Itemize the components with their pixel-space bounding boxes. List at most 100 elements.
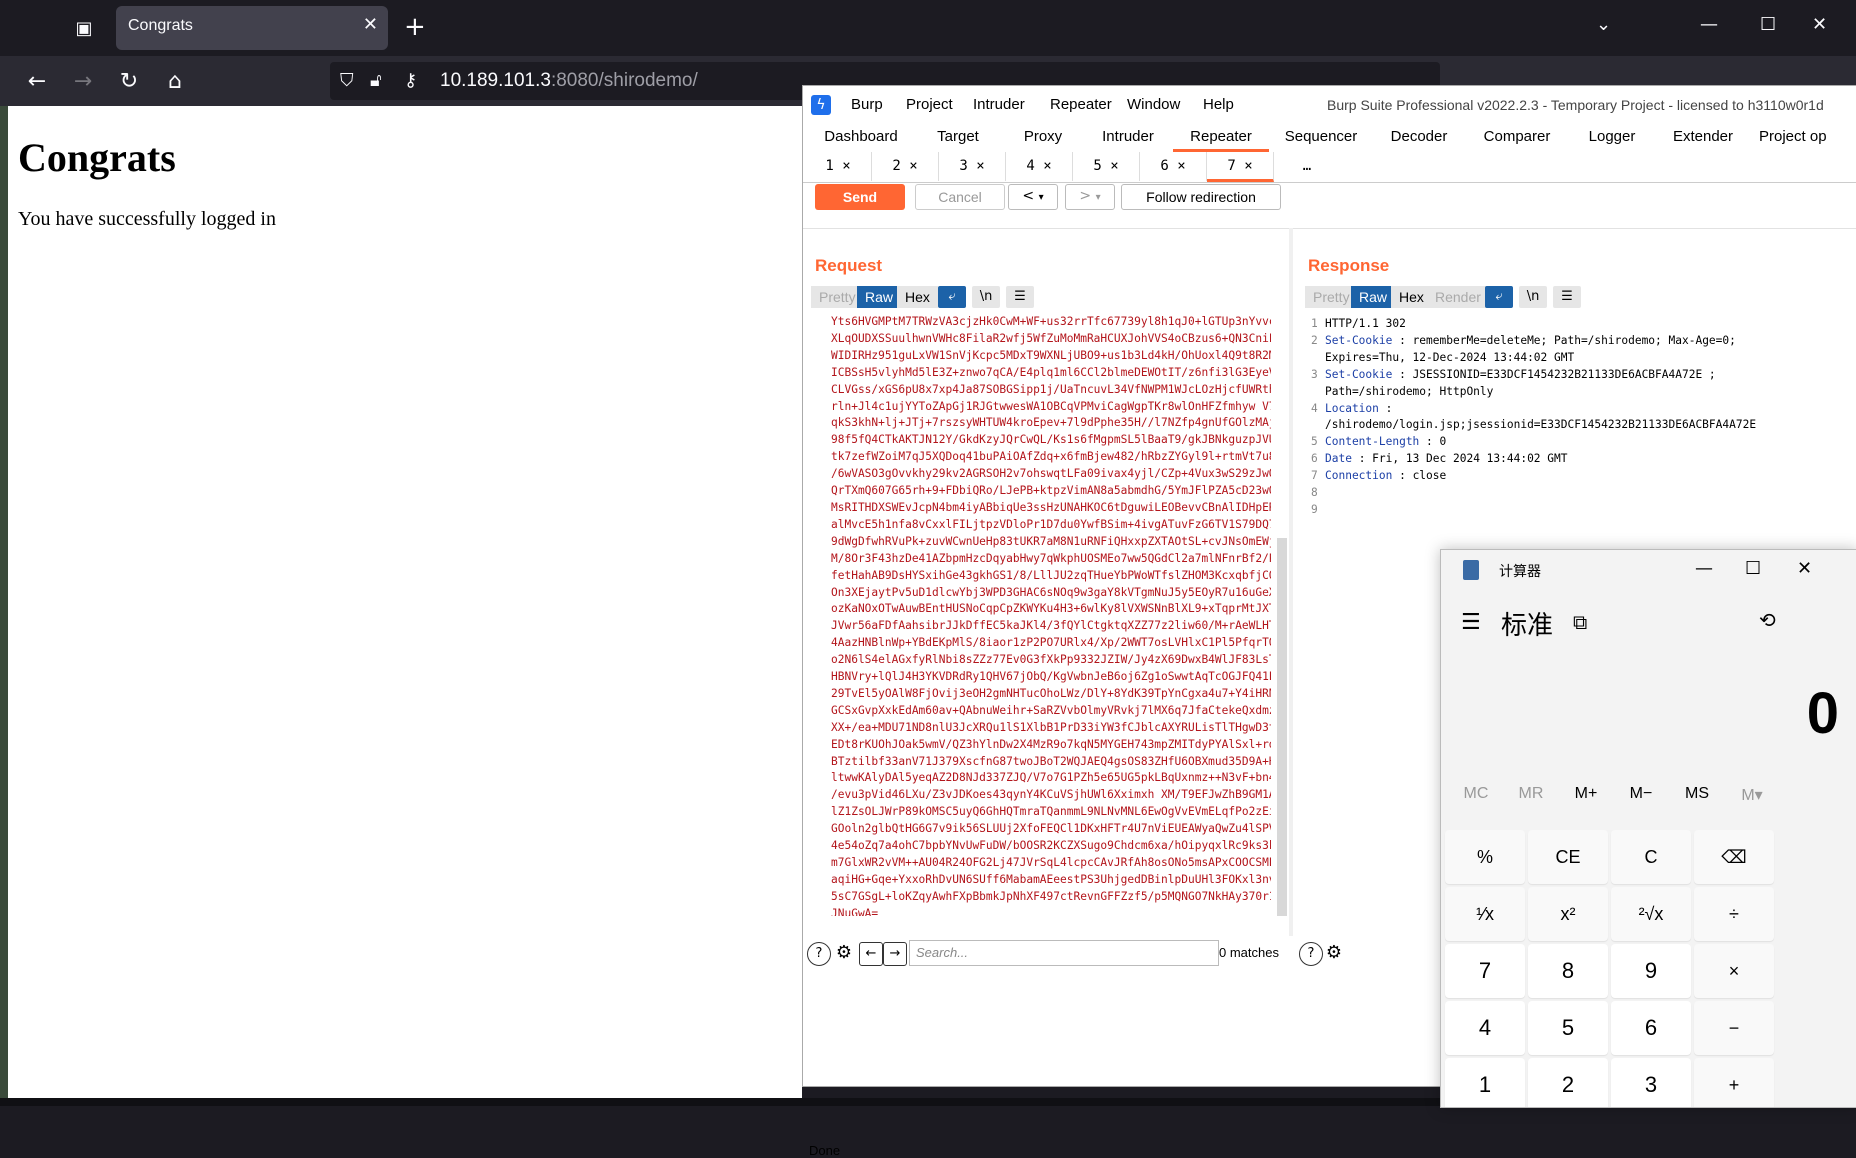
- history-back-button[interactable]: < ▾: [1008, 184, 1058, 210]
- insecure-lock-icon[interactable]: 🔓︎: [370, 70, 382, 91]
- repeater-tab-2[interactable]: 2 ×: [872, 152, 939, 181]
- response-raw-button[interactable]: Raw: [1351, 286, 1396, 308]
- response-render-button[interactable]: Render: [1427, 286, 1489, 308]
- help-icon[interactable]: ?: [807, 942, 831, 966]
- clear-entry-button[interactable]: CE: [1528, 830, 1608, 884]
- tab-project-options[interactable]: Project op: [1751, 122, 1856, 151]
- request-editor[interactable]: Yts6HVGMPtM7TRWzVA3cjzHk0CwM+WF+us32rrTf…: [811, 314, 1281, 916]
- tab-logger[interactable]: Logger: [1569, 122, 1655, 151]
- follow-redirection-button[interactable]: Follow redirection: [1121, 184, 1281, 210]
- memory-store-button[interactable]: MS: [1668, 785, 1726, 803]
- hamburger-menu-icon[interactable]: ☰: [1461, 610, 1481, 635]
- home-icon[interactable]: ⌂: [158, 64, 192, 98]
- maximize-icon[interactable]: ☐: [1760, 14, 1776, 35]
- repeater-tab-6[interactable]: 6 ×: [1140, 152, 1207, 181]
- request-menu-icon[interactable]: ☰: [1006, 286, 1034, 308]
- repeater-tab-3[interactable]: 3 ×: [939, 152, 1006, 181]
- digit-5-button[interactable]: 5: [1528, 1001, 1608, 1055]
- memory-clear-button[interactable]: MC: [1447, 785, 1505, 803]
- repeater-tab-7[interactable]: 7 ×: [1207, 152, 1274, 182]
- square-button[interactable]: x²: [1528, 887, 1608, 941]
- digit-9-button[interactable]: 9: [1611, 944, 1691, 998]
- response-settings-gear-icon[interactable]: ⚙: [1323, 942, 1345, 964]
- repeater-tab-4[interactable]: 4 ×: [1006, 152, 1073, 181]
- memory-add-button[interactable]: M+: [1557, 785, 1615, 803]
- response-newline-icon[interactable]: \n: [1519, 286, 1547, 308]
- search-prev-icon[interactable]: ←: [859, 942, 883, 966]
- history-forward-button[interactable]: > ▾: [1065, 184, 1115, 210]
- minimize-icon[interactable]: —: [1700, 14, 1718, 35]
- digit-4-button[interactable]: 4: [1445, 1001, 1525, 1055]
- url-text[interactable]: 10.189.101.3:8080/shirodemo/: [440, 70, 698, 92]
- request-scrollbar[interactable]: [1277, 538, 1287, 916]
- menu-burp[interactable]: Burp: [851, 96, 883, 113]
- forward-icon[interactable]: →: [66, 64, 100, 98]
- search-next-icon[interactable]: →: [883, 942, 907, 966]
- digit-1-button[interactable]: 1: [1445, 1058, 1525, 1107]
- digit-7-button[interactable]: 7: [1445, 944, 1525, 998]
- settings-gear-icon[interactable]: ⚙: [833, 942, 855, 964]
- response-editor[interactable]: 1 HTTP/1.1 302 2 Set-Cookie : rememberMe=de…: [1311, 316, 1856, 516]
- response-hex-button[interactable]: Hex: [1391, 286, 1432, 308]
- menu-repeater[interactable]: Repeater: [1050, 96, 1112, 113]
- add-button[interactable]: +: [1694, 1058, 1774, 1107]
- square-root-button[interactable]: ²√x: [1611, 887, 1691, 941]
- memory-list-button[interactable]: M▾: [1723, 785, 1781, 805]
- digit-2-button[interactable]: 2: [1528, 1058, 1608, 1107]
- menu-help[interactable]: Help: [1203, 96, 1234, 113]
- reciprocal-button[interactable]: ¹⁄x: [1445, 887, 1525, 941]
- tab-close-icon[interactable]: ✕: [363, 14, 378, 35]
- calc-close-icon[interactable]: ✕: [1797, 558, 1812, 579]
- digit-6-button[interactable]: 6: [1611, 1001, 1691, 1055]
- memory-recall-button[interactable]: MR: [1502, 785, 1560, 803]
- menu-project[interactable]: Project: [906, 96, 953, 113]
- response-wrap-icon[interactable]: ⤶: [1485, 286, 1513, 308]
- menu-window[interactable]: Window: [1127, 96, 1180, 113]
- tab-target[interactable]: Target: [913, 122, 1003, 151]
- backspace-button[interactable]: ⌫: [1694, 830, 1774, 884]
- divide-button[interactable]: ÷: [1694, 887, 1774, 941]
- send-button[interactable]: Send: [815, 184, 905, 210]
- memory-subtract-button[interactable]: M−: [1612, 785, 1670, 803]
- tab-list-icon[interactable]: ▣: [64, 12, 104, 44]
- repeater-tab-more[interactable]: …: [1274, 152, 1340, 181]
- request-raw-button[interactable]: Raw: [857, 286, 902, 308]
- permissions-key-icon[interactable]: ⚷: [404, 70, 417, 91]
- request-hex-button[interactable]: Hex: [897, 286, 938, 308]
- reload-icon[interactable]: ↻: [112, 64, 146, 98]
- shield-icon[interactable]: ⛉: [340, 70, 354, 91]
- clear-button[interactable]: C: [1611, 830, 1691, 884]
- calc-minimize-icon[interactable]: —: [1695, 558, 1713, 579]
- new-tab-icon[interactable]: +: [404, 12, 426, 42]
- multiply-button[interactable]: ×: [1694, 944, 1774, 998]
- tab-comparer[interactable]: Comparer: [1465, 122, 1569, 151]
- tab-sequencer[interactable]: Sequencer: [1269, 122, 1373, 151]
- digit-3-button[interactable]: 3: [1611, 1058, 1691, 1107]
- request-search-input[interactable]: Search...: [909, 940, 1219, 966]
- keep-on-top-icon[interactable]: ⧉: [1573, 610, 1587, 634]
- repeater-tab-1[interactable]: 1 ×: [805, 152, 872, 181]
- tab-intruder[interactable]: Intruder: [1083, 122, 1173, 151]
- response-help-icon[interactable]: ?: [1299, 942, 1323, 966]
- tabs-dropdown-icon[interactable]: ⌄: [1596, 14, 1611, 35]
- pane-splitter[interactable]: [1289, 228, 1293, 938]
- response-menu-icon[interactable]: ☰: [1553, 286, 1581, 308]
- browser-tab[interactable]: Congrats ✕: [116, 6, 388, 50]
- tab-repeater[interactable]: Repeater: [1173, 122, 1269, 152]
- repeater-tab-5[interactable]: 5 ×: [1073, 152, 1140, 181]
- tab-decoder[interactable]: Decoder: [1373, 122, 1465, 151]
- history-icon[interactable]: ⟲: [1759, 608, 1776, 632]
- close-window-icon[interactable]: ✕: [1812, 14, 1827, 35]
- subtract-button[interactable]: −: [1694, 1001, 1774, 1055]
- request-newline-icon[interactable]: \n: [972, 286, 1000, 308]
- tab-proxy[interactable]: Proxy: [1003, 122, 1083, 151]
- digit-8-button[interactable]: 8: [1528, 944, 1608, 998]
- tab-dashboard[interactable]: Dashboard: [809, 122, 913, 151]
- response-pretty-button[interactable]: Pretty: [1305, 286, 1358, 308]
- back-icon[interactable]: ←: [20, 64, 54, 98]
- tab-extender[interactable]: Extender: [1655, 122, 1751, 151]
- menu-intruder[interactable]: Intruder: [973, 96, 1025, 113]
- request-wrap-icon[interactable]: ⤶: [938, 286, 966, 308]
- request-pretty-button[interactable]: Pretty: [811, 286, 864, 308]
- percent-button[interactable]: %: [1445, 830, 1525, 884]
